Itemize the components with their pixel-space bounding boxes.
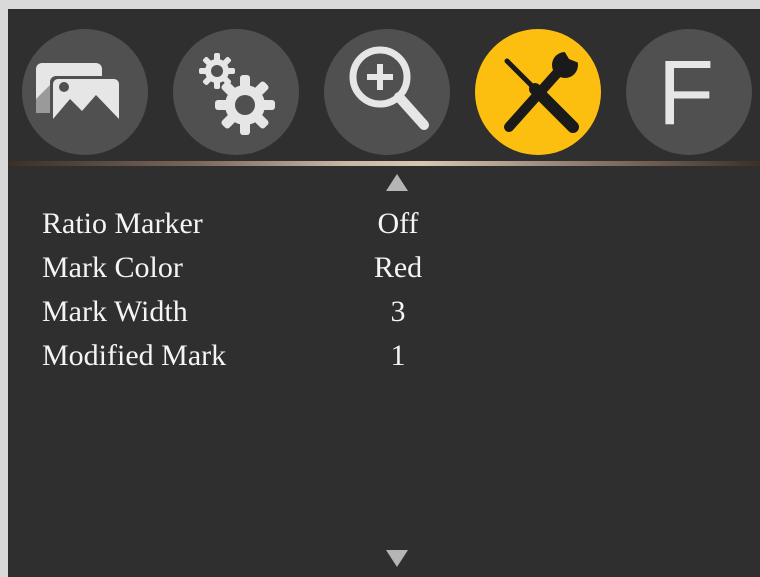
- menu-item-value[interactable]: Red: [328, 246, 468, 290]
- menu-item-value[interactable]: 1: [328, 334, 468, 378]
- gears-icon: [199, 53, 275, 135]
- menu-item-label: Mark Width: [42, 295, 188, 328]
- zoom-in-icon: [349, 46, 429, 130]
- tab-tools[interactable]: [475, 29, 601, 155]
- menu-item-value[interactable]: 3: [328, 290, 468, 334]
- arrow-up-icon[interactable]: [386, 174, 408, 191]
- menu-item-ratio-marker[interactable]: Ratio Marker Off: [8, 202, 760, 246]
- menu-item-label: Modified Mark: [42, 339, 227, 372]
- menu-item-mark-width[interactable]: Mark Width 3: [8, 290, 760, 334]
- arrow-down-icon[interactable]: [386, 550, 408, 567]
- tab-zoom[interactable]: [324, 29, 450, 155]
- menu-tab-bar: F: [8, 9, 760, 161]
- tab-divider: [8, 161, 760, 166]
- tab-picture[interactable]: [22, 29, 148, 155]
- picture-icon: [36, 63, 122, 130]
- menu-item-mark-color[interactable]: Mark Color Red: [8, 246, 760, 290]
- function-f-icon: F: [658, 42, 714, 144]
- monitor-frame: F Ratio Marker Off Mark Color Red Mark W…: [0, 0, 760, 577]
- tools-icon: [504, 49, 579, 133]
- menu-item-modified-mark[interactable]: Modified Mark 1: [8, 334, 760, 378]
- osd-menu-screen: F Ratio Marker Off Mark Color Red Mark W…: [8, 9, 760, 577]
- svg-text:F: F: [658, 42, 714, 144]
- menu-item-label: Mark Color: [42, 251, 183, 284]
- menu-item-value[interactable]: Off: [328, 202, 468, 246]
- tab-settings[interactable]: [173, 29, 299, 155]
- menu-item-label: Ratio Marker: [42, 207, 203, 240]
- tab-function[interactable]: F: [626, 29, 752, 155]
